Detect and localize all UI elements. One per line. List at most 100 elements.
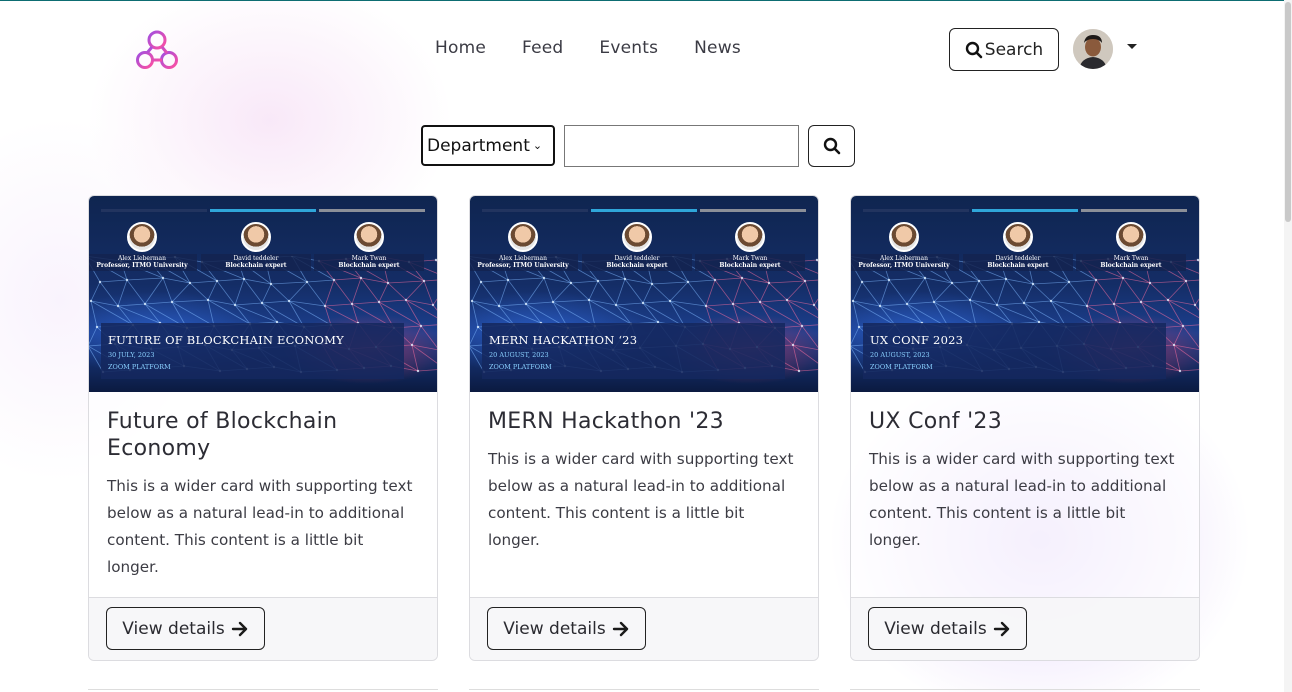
- card-title: Future of Blockchain Economy: [107, 409, 338, 461]
- speaker-photo: [127, 222, 157, 252]
- banner-date: 30 JULY, 2023: [108, 351, 155, 359]
- view-details-label: View details: [503, 618, 606, 639]
- card-description: This is a wider card with supporting tex…: [488, 450, 794, 549]
- banner-info-box: UX CONF 2023 20 AUGUST, 2023 ZOOM PLATFORM: [863, 323, 1166, 379]
- speaker-name: David teddeler: [233, 255, 279, 262]
- banner-info-box: MERN HACKATHON ‘23 20 AUGUST, 2023 ZOOM PL…: [482, 323, 785, 379]
- main-nav: Home Feed Events News: [435, 38, 741, 58]
- app-logo[interactable]: [135, 29, 179, 71]
- banner-place: ZOOM PLATFORM: [489, 363, 552, 371]
- nav-news-link[interactable]: News: [694, 38, 741, 58]
- card-footer: View details: [470, 597, 818, 660]
- card-title: MERN Hackathon '23: [488, 409, 724, 434]
- speaker: Alex Lieberman Professor, ITMO University: [89, 222, 197, 271]
- speaker-name: David teddeler: [614, 255, 660, 262]
- banner-speakers: Alex Lieberman Professor, ITMO University…: [89, 222, 427, 272]
- event-banner-image: Alex Lieberman Professor, ITMO University…: [851, 196, 1199, 392]
- speaker: Alex Lieberman Professor, ITMO University: [851, 222, 959, 271]
- speaker-photo: [735, 222, 765, 252]
- card-body: MERN Hackathon '23 This is a wider card w…: [470, 392, 818, 599]
- speaker-photo: [241, 222, 271, 252]
- event-banner-image: Alex Lieberman Professor, ITMO University…: [89, 196, 437, 392]
- speaker: Mark Twan Blockchain expert: [314, 222, 424, 271]
- speaker-role: Blockchain expert: [225, 262, 287, 269]
- speaker: Mark Twan Blockchain expert: [1076, 222, 1186, 271]
- speaker: David teddeler Blockchain expert: [963, 222, 1073, 271]
- banner-date: 20 AUGUST, 2023: [489, 351, 549, 359]
- speaker-name: Alex Lieberman: [499, 255, 547, 262]
- event-card: Alex Lieberman Professor, ITMO University…: [850, 195, 1200, 661]
- banner-info-box: FUTURE OF BLOCKCHAIN ECONOMY 30 JULY, 202…: [101, 323, 404, 379]
- speaker-name: Alex Lieberman: [118, 255, 166, 262]
- search-icon: [823, 137, 840, 155]
- view-details-button[interactable]: View details: [106, 607, 265, 650]
- user-menu-caret-icon[interactable]: [1127, 44, 1137, 49]
- scrollbar-thumb[interactable]: [1285, 2, 1291, 222]
- speaker: Alex Lieberman Professor, ITMO University: [470, 222, 578, 271]
- speaker-photo: [354, 222, 384, 252]
- card-footer: View details: [89, 597, 437, 660]
- banner-top-bars: [101, 209, 425, 212]
- window-top-border: [0, 0, 1292, 1]
- event-card: Alex Lieberman Professor, ITMO University…: [469, 195, 819, 661]
- chevron-down-icon: ⌄: [532, 139, 543, 152]
- department-select[interactable]: Department ⌄: [421, 125, 555, 166]
- card-body: Future of Blockchain Economy This is a wi…: [89, 392, 437, 599]
- card-footer: View details: [851, 597, 1199, 660]
- speaker-photo: [508, 222, 538, 252]
- event-search-input[interactable]: [564, 125, 799, 167]
- banner-title: MERN HACKATHON ‘23: [489, 333, 638, 347]
- avatar-portrait: [1073, 29, 1113, 69]
- arrow-right-icon: [612, 621, 628, 636]
- speaker-photo: [1003, 222, 1033, 252]
- speaker-role: Blockchain expert: [606, 262, 668, 269]
- card-description: This is a wider card with supporting tex…: [107, 477, 413, 576]
- event-banner-image: Alex Lieberman Professor, ITMO University…: [470, 196, 818, 392]
- speaker: Mark Twan Blockchain expert: [695, 222, 805, 271]
- header-search-label: Search: [984, 39, 1044, 60]
- nav-feed-link[interactable]: Feed: [522, 38, 563, 58]
- view-details-button[interactable]: View details: [487, 607, 646, 650]
- speaker-name: Mark Twan: [1113, 255, 1149, 262]
- speaker-role: Blockchain expert: [1100, 262, 1162, 269]
- banner-top-bars: [863, 209, 1187, 212]
- search-icon: [965, 41, 983, 58]
- arrow-right-icon: [993, 621, 1009, 636]
- arrow-right-icon: [231, 621, 247, 636]
- banner-speakers: Alex Lieberman Professor, ITMO University…: [851, 222, 1189, 272]
- speaker: David teddeler Blockchain expert: [582, 222, 692, 271]
- speaker-photo: [622, 222, 652, 252]
- banner-place: ZOOM PLATFORM: [108, 363, 171, 371]
- card-title: UX Conf '23: [869, 409, 1003, 434]
- user-avatar[interactable]: [1073, 29, 1113, 69]
- speaker-name: Alex Lieberman: [880, 255, 928, 262]
- banner-date: 20 AUGUST, 2023: [870, 351, 930, 359]
- speaker-role: Professor, ITMO University: [858, 262, 950, 269]
- speaker-role: Professor, ITMO University: [96, 262, 188, 269]
- view-details-button[interactable]: View details: [868, 607, 1027, 650]
- card-description: This is a wider card with supporting tex…: [869, 450, 1175, 549]
- speaker-role: Blockchain expert: [338, 262, 400, 269]
- header-search-button[interactable]: Search: [949, 28, 1059, 71]
- nav-home-link[interactable]: Home: [435, 38, 486, 58]
- page-scrollbar[interactable]: [1284, 0, 1292, 692]
- event-search-button[interactable]: [808, 125, 855, 167]
- speaker-photo: [889, 222, 919, 252]
- banner-place: ZOOM PLATFORM: [870, 363, 933, 371]
- banner-speakers: Alex Lieberman Professor, ITMO University…: [470, 222, 808, 272]
- card-body: UX Conf '23 This is a wider card with sup…: [851, 392, 1199, 599]
- banner-title: UX CONF 2023: [870, 333, 964, 347]
- banner-top-bars: [482, 209, 806, 212]
- speaker-name: David teddeler: [995, 255, 1041, 262]
- department-select-value: Department: [427, 135, 530, 156]
- speaker-role: Blockchain expert: [987, 262, 1049, 269]
- view-details-label: View details: [122, 618, 225, 639]
- view-details-label: View details: [884, 618, 987, 639]
- event-card: Alex Lieberman Professor, ITMO University…: [88, 195, 438, 661]
- speaker-name: Mark Twan: [351, 255, 387, 262]
- speaker-name: Mark Twan: [732, 255, 768, 262]
- speaker-role: Blockchain expert: [719, 262, 781, 269]
- speaker-photo: [1116, 222, 1146, 252]
- nav-events-link[interactable]: Events: [599, 38, 658, 58]
- banner-title: FUTURE OF BLOCKCHAIN ECONOMY: [108, 333, 344, 347]
